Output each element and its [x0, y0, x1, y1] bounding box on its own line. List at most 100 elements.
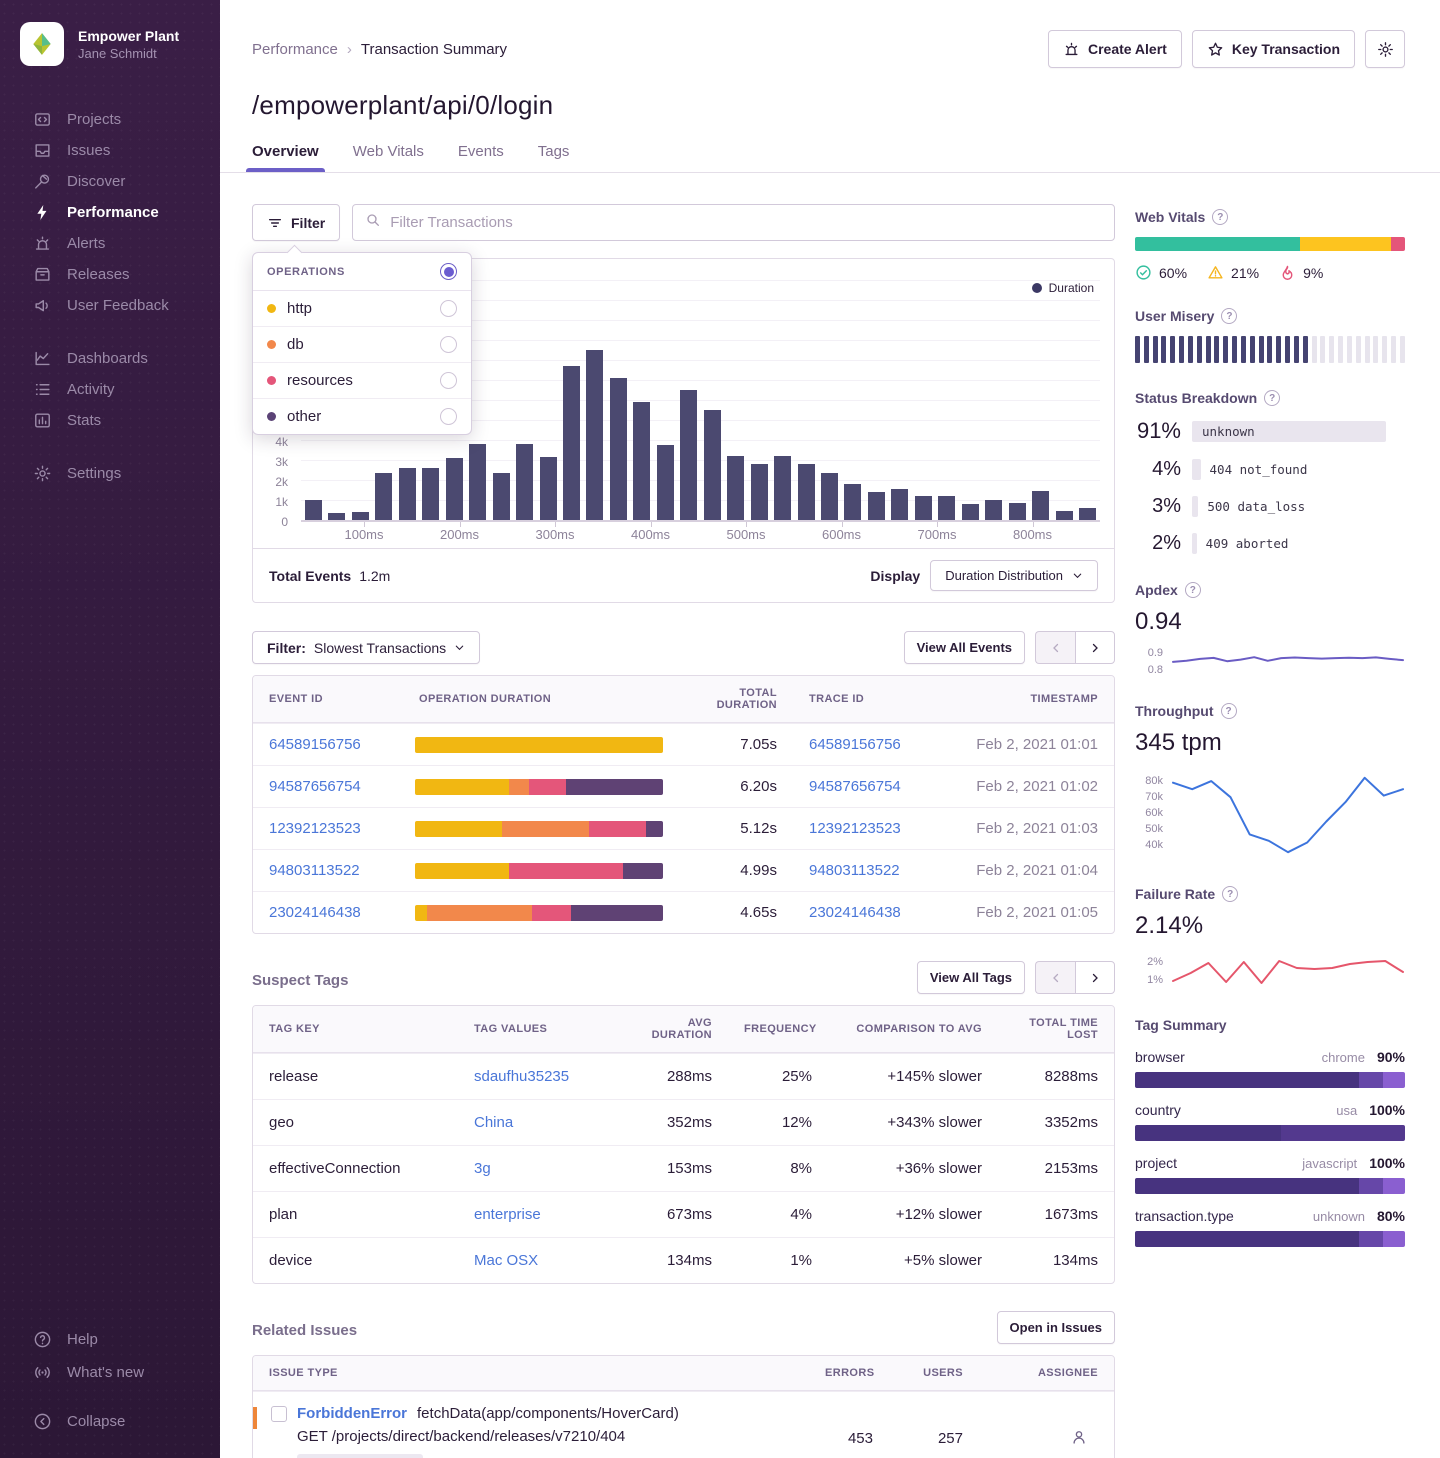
sidebar-item-projects[interactable]: Projects — [0, 104, 220, 135]
issue-type-link[interactable]: ForbiddenError — [297, 1405, 407, 1422]
tab-overview[interactable]: Overview — [252, 143, 319, 172]
sidebar-item-discover[interactable]: Discover — [0, 166, 220, 197]
tag-value-link[interactable]: 3g — [474, 1160, 491, 1177]
discover-icon — [33, 172, 52, 191]
operation-radio[interactable] — [440, 372, 457, 389]
summary-sidebar: Web Vitals 60%21%9% User Misery Status B… — [1135, 204, 1405, 1458]
comparison-cell: +5% slower — [828, 1238, 998, 1283]
operation-option-http[interactable]: http — [253, 291, 471, 327]
y-axis-label: 2k — [275, 475, 288, 489]
create-alert-button[interactable]: Create Alert — [1048, 30, 1182, 68]
sidebar-item-stats[interactable]: Stats — [0, 405, 220, 436]
user-misery-tick — [1232, 336, 1237, 363]
sidebar-item-performance[interactable]: Performance — [0, 197, 220, 228]
total-duration-cell: 6.20s — [668, 766, 793, 807]
histogram-bar — [563, 366, 580, 520]
operation-radio[interactable] — [440, 336, 457, 353]
web-vitals-segment — [1135, 237, 1300, 251]
org-header[interactable]: Empower Plant Jane Schmidt — [0, 0, 220, 66]
event-id-link[interactable]: 23024146438 — [269, 904, 361, 921]
sidebar-item-activity[interactable]: Activity — [0, 374, 220, 405]
operation-duration-bar — [415, 821, 663, 837]
tags-prev-page-button[interactable] — [1035, 961, 1075, 994]
sidebar-item-releases[interactable]: Releases — [0, 259, 220, 290]
frequency-cell: 1% — [728, 1238, 828, 1283]
user-misery-tick — [1206, 336, 1211, 363]
tab-events[interactable]: Events — [458, 143, 504, 172]
tag-summary-row: countryusa100% — [1135, 1102, 1405, 1141]
help-icon[interactable] — [1221, 703, 1237, 719]
sidebar-item-dashboards[interactable]: Dashboards — [0, 343, 220, 374]
tag-summary-value: usa — [1336, 1103, 1357, 1118]
issue-assignee[interactable] — [979, 1416, 1114, 1458]
trace-id-link[interactable]: 94803113522 — [809, 862, 900, 879]
tab-tags[interactable]: Tags — [538, 143, 570, 172]
status-breakdown-section: Status Breakdown 91%unknown4%404 not_fou… — [1135, 390, 1405, 555]
settings-gear-button[interactable] — [1365, 30, 1405, 68]
breadcrumb-performance[interactable]: Performance — [252, 41, 338, 58]
tab-web-vitals[interactable]: Web Vitals — [353, 143, 424, 172]
spark-y-label: 80k — [1145, 775, 1163, 787]
histogram-bar — [657, 445, 674, 520]
operation-option-other[interactable]: other — [253, 399, 471, 434]
operation-option-db[interactable]: db — [253, 327, 471, 363]
operations-dropdown-header[interactable]: OPERATIONS — [253, 253, 471, 291]
sidebar-item-settings[interactable]: Settings — [0, 458, 220, 489]
event-id-link[interactable]: 94803113522 — [269, 862, 360, 879]
search-input[interactable] — [390, 214, 1102, 231]
tag-value-link[interactable]: China — [474, 1114, 513, 1131]
trace-id-link[interactable]: 23024146438 — [809, 904, 901, 921]
key-transaction-button[interactable]: Key Transaction — [1192, 30, 1355, 68]
sidebar-item-issues[interactable]: Issues — [0, 135, 220, 166]
tag-summary-segment — [1135, 1178, 1359, 1194]
sidebar-item-user-feedback[interactable]: User Feedback — [0, 290, 220, 321]
tag-value-link[interactable]: sdaufhu35235 — [474, 1068, 569, 1085]
tags-next-page-button[interactable] — [1075, 961, 1115, 994]
sidebar-footer-collapse[interactable]: Collapse — [0, 1405, 220, 1438]
help-icon[interactable] — [1221, 308, 1237, 324]
operation-option-resources[interactable]: resources — [253, 363, 471, 399]
event-id-link[interactable]: 64589156756 — [269, 736, 361, 753]
avg-duration-cell: 673ms — [608, 1192, 728, 1237]
dashboards-icon — [33, 349, 52, 368]
help-icon[interactable] — [1185, 582, 1201, 598]
help-icon[interactable] — [1212, 209, 1228, 225]
operation-radio[interactable] — [440, 408, 457, 425]
trace-id-link[interactable]: 64589156756 — [809, 736, 901, 753]
trace-id-link[interactable]: 12392123523 — [809, 820, 901, 837]
events-filter-select[interactable]: Filter: Slowest Transactions — [252, 631, 480, 664]
throughput_trend-line — [1173, 778, 1403, 852]
tag-key-cell: release — [253, 1054, 458, 1099]
trace-id-link[interactable]: 94587656754 — [809, 778, 901, 795]
open-in-issues-label: Open in Issues — [1010, 1320, 1102, 1335]
sidebar-item-label: Releases — [67, 266, 130, 283]
histogram-bar — [821, 473, 838, 520]
display-select[interactable]: Duration Distribution — [930, 560, 1098, 591]
sidebar-item-alerts[interactable]: Alerts — [0, 228, 220, 259]
view-all-events-button[interactable]: View All Events — [904, 631, 1025, 664]
project-badge[interactable]: BOTANAVOICE-34 — [297, 1454, 423, 1458]
tags-column-header: FREQUENCY — [728, 1012, 828, 1046]
sidebar-footer-help[interactable]: Help — [0, 1323, 220, 1356]
user-misery-tick — [1329, 336, 1334, 363]
help-icon[interactable] — [1222, 886, 1238, 902]
total-duration-cell: 7.05s — [668, 724, 793, 765]
help-icon[interactable] — [1264, 390, 1280, 406]
event-id-link[interactable]: 94587656754 — [269, 778, 361, 795]
tag-value-link[interactable]: Mac OSX — [474, 1252, 538, 1269]
sidebar-footer-what-s-new[interactable]: What's new — [0, 1356, 220, 1389]
event-id-link[interactable]: 12392123523 — [269, 820, 361, 837]
tag-value-link[interactable]: enterprise — [474, 1206, 541, 1223]
issue-checkbox[interactable] — [271, 1406, 287, 1422]
status-percent: 2% — [1135, 532, 1181, 555]
filter-button[interactable]: Filter — [252, 204, 340, 241]
operations-all-radio[interactable] — [440, 263, 457, 280]
open-in-issues-button[interactable]: Open in Issues — [997, 1311, 1115, 1344]
operation-radio[interactable] — [440, 300, 457, 317]
events-column-header: TIMESTAMP — [943, 682, 1114, 716]
display-label: Display — [870, 568, 920, 584]
events-prev-page-button[interactable] — [1035, 631, 1075, 664]
view-all-tags-button[interactable]: View All Tags — [917, 961, 1025, 994]
events-next-page-button[interactable] — [1075, 631, 1115, 664]
web-vitals-percent: 9% — [1303, 265, 1323, 281]
